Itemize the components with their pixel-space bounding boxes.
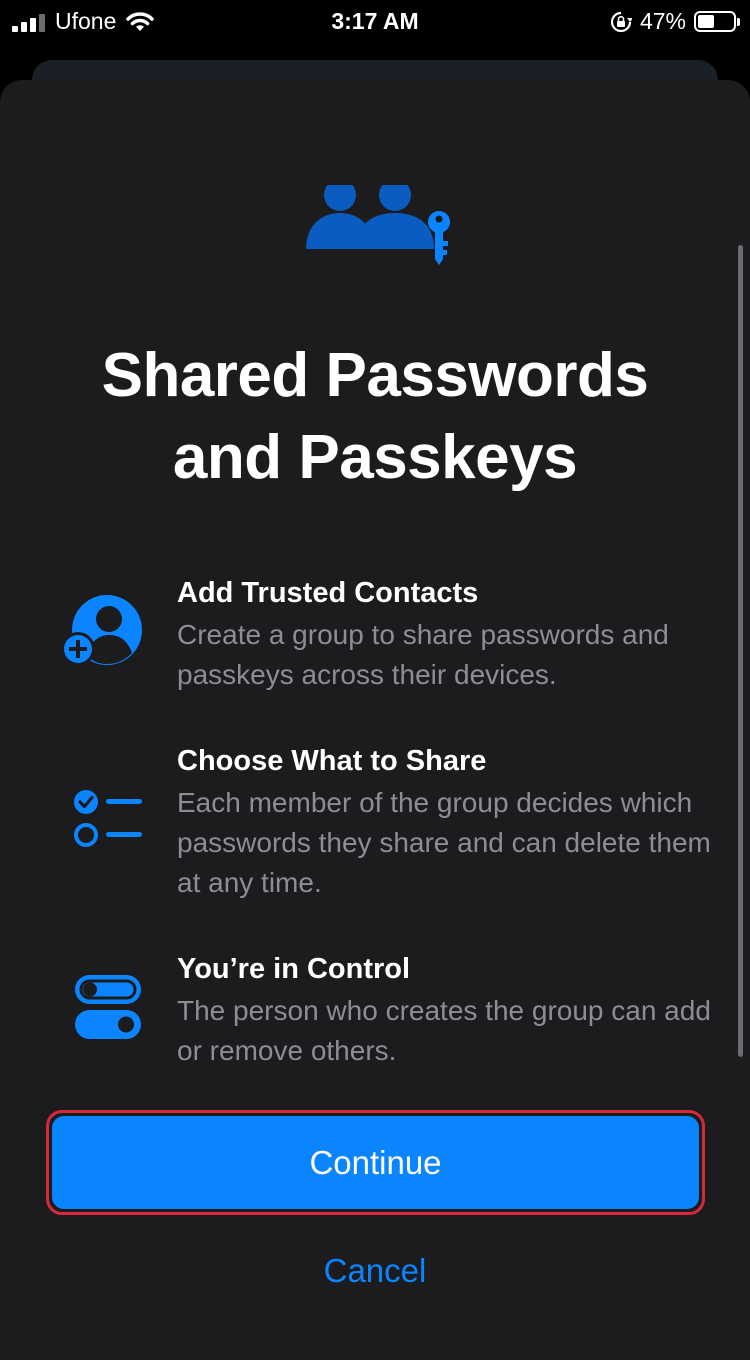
feature-title: Choose What to Share xyxy=(177,745,487,777)
page-title: Shared Passwords and Passkeys xyxy=(0,335,750,499)
battery-icon xyxy=(694,11,740,32)
toggles-icon xyxy=(75,975,141,1039)
shared-passwords-icon xyxy=(306,185,450,265)
title-line-1: Shared Passwords xyxy=(101,341,649,410)
checklist-icon xyxy=(74,790,142,847)
battery-percent: 47% xyxy=(639,8,686,34)
feature-title: You’re in Control xyxy=(177,953,411,985)
feature-title: Add Trusted Contacts xyxy=(177,577,479,609)
status-bar: Ufone 3:17 AM 47% xyxy=(0,0,750,40)
feature-description: Create a group to share passwords and pa… xyxy=(177,619,669,690)
add-contact-icon xyxy=(61,595,142,666)
status-right: 47% xyxy=(610,8,740,35)
feature-description: The person who creates the group can add… xyxy=(177,995,711,1066)
battery-fill xyxy=(698,15,714,28)
continue-button[interactable]: Continue xyxy=(52,1116,699,1209)
rotation-lock-icon xyxy=(610,11,632,32)
cancel-button[interactable]: Cancel xyxy=(0,1252,750,1290)
continue-button-highlight: Continue xyxy=(46,1110,705,1215)
feature-description: Each member of the group decides which p… xyxy=(177,787,711,898)
title-line-2: and Passkeys xyxy=(172,423,578,492)
